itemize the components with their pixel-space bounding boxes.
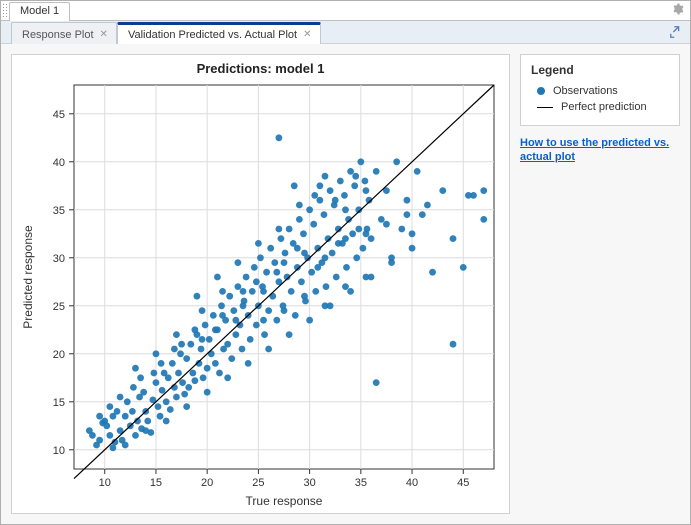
svg-text:40: 40 [53,157,65,169]
svg-text:10: 10 [99,477,111,489]
legend-item-perfect: Perfect prediction [531,99,669,115]
svg-text:True response: True response [246,494,323,508]
legend-title: Legend [531,63,669,77]
svg-text:30: 30 [303,477,315,489]
app-window: Model 1 Response Plot ✕ Validation Predi… [0,0,691,525]
svg-text:40: 40 [406,477,418,489]
outer-tab-label: Model 1 [20,5,59,17]
legend-item-label: Observations [553,85,618,97]
tab-label: Validation Predicted vs. Actual Plot [128,29,297,41]
legend-item-label: Perfect prediction [561,101,647,113]
plot-panel: Predictions: model 1 1015202530354045101… [11,54,510,514]
tab-predicted-vs-actual[interactable]: Validation Predicted vs. Actual Plot ✕ [117,22,321,44]
outer-tab-model[interactable]: Model 1 [9,2,70,21]
content-area: Predictions: model 1 1015202530354045101… [1,44,690,524]
legend-box: Legend Observations Perfect prediction [520,54,680,126]
svg-text:25: 25 [53,301,65,313]
tab-response-plot[interactable]: Response Plot ✕ [11,22,117,44]
expand-icon[interactable] [668,24,684,40]
close-icon[interactable]: ✕ [100,30,108,40]
svg-text:15: 15 [53,397,65,409]
svg-text:Predicted response: Predicted response [21,225,35,329]
svg-text:45: 45 [53,109,65,121]
dot-icon [537,87,545,95]
svg-text:30: 30 [53,253,65,265]
tab-label: Response Plot [22,29,94,41]
close-icon[interactable]: ✕ [303,30,311,40]
scatter-chart: 10 15 20 25 30 35 40 45 10 15 20 25 30 35 40 45 True res… [12,55,510,513]
legend-item-observations: Observations [531,83,669,99]
help-link[interactable]: How to use the predicted vs. actual plot [520,136,680,165]
svg-text:35: 35 [355,477,367,489]
inner-tabstrip: Response Plot ✕ Validation Predicted vs.… [1,21,690,44]
svg-text:20: 20 [201,477,213,489]
line-icon [537,107,553,108]
svg-text:20: 20 [53,349,65,361]
side-panel: Legend Observations Perfect prediction H… [520,54,680,514]
svg-text:15: 15 [150,477,162,489]
svg-text:35: 35 [53,205,65,217]
svg-text:45: 45 [457,477,469,489]
gear-icon[interactable] [672,3,684,18]
outer-tabstrip: Model 1 [1,1,690,21]
drag-handle-icon[interactable] [2,3,8,17]
svg-text:10: 10 [53,445,65,457]
svg-text:25: 25 [252,477,264,489]
